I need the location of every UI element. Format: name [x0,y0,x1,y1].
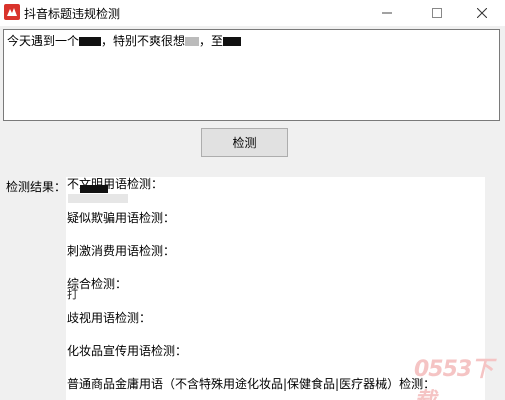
redacted-text [79,37,102,46]
input-text-part-3: ，至 [199,34,224,48]
result-item-cosmetics: 化妆品宣传用语检测： [67,344,188,358]
input-text-part-2: ，特别不爽很想 [101,34,186,48]
close-icon [477,8,487,18]
maximize-icon [432,8,442,18]
result-item-discrimination: 歧视用语检测： [67,311,152,325]
title-bar: 抖音标题违规检测 [0,0,505,26]
minimize-icon [382,12,392,14]
watermark: 0553下载 [414,357,493,400]
close-button[interactable] [459,0,505,26]
app-logo-icon [4,4,20,20]
input-text-part-1: 今天遇到一个 [7,34,80,48]
maximize-button[interactable] [414,0,460,26]
result-item-deceptive: 疑似欺骗用语检测： [67,211,176,225]
redacted-text [223,37,242,46]
redacted-text [80,185,108,193]
result-item-stimulate-consumption: 刺激消费用语检测： [67,244,176,258]
title-input[interactable]: 今天遇到一个 ，特别不爽很想 ，至 [3,29,500,121]
minimize-button[interactable] [364,0,410,26]
result-item-general-goods: 普通商品金庸用语（不含特殊用途化妆品|保健食品|医疗器械）检测： [67,377,436,391]
result-detail-comprehensive: 打 [67,288,78,301]
redacted-text [185,37,200,46]
redacted-text [68,194,128,203]
window-title: 抖音标题违规检测 [24,7,121,21]
check-button[interactable]: 检测 [201,128,288,157]
result-label: 检测结果： [6,180,67,194]
